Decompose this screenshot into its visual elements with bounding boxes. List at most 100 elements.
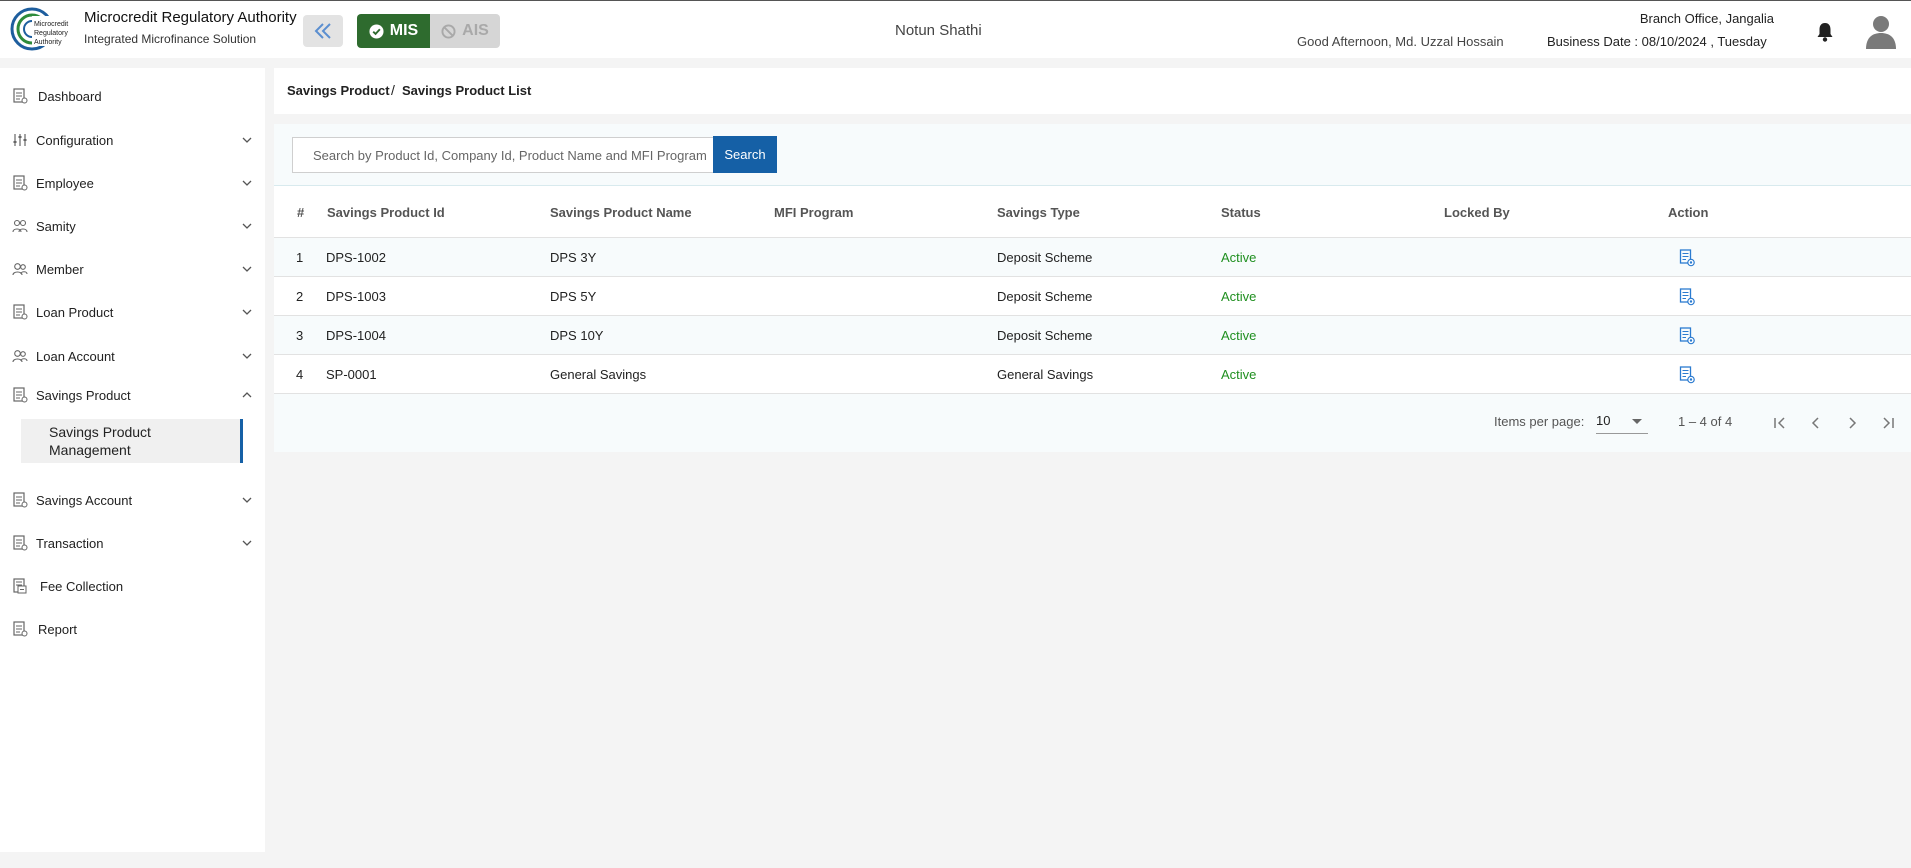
- items-per-page-label: Items per page:: [1494, 414, 1585, 429]
- savings-type: Deposit Scheme: [997, 289, 1093, 304]
- row-number: 3: [296, 328, 304, 343]
- bell-icon[interactable]: [1815, 21, 1835, 43]
- top-header: Microcredit Regulatory Authority Microcr…: [0, 0, 1911, 58]
- sidebar-item-loan-account[interactable]: Loan Account: [0, 339, 265, 373]
- row-number: 1: [296, 250, 304, 265]
- document-icon: [13, 535, 28, 551]
- status-badge: Active: [1221, 328, 1257, 343]
- sidebar-collapse-button[interactable]: [303, 15, 343, 47]
- table-row: 3 DPS-1004 DPS 10Y Deposit Scheme Active: [274, 316, 1911, 355]
- ais-mode-button[interactable]: AIS: [430, 14, 500, 48]
- savings-type: Deposit Scheme: [997, 250, 1093, 265]
- sidebar-item-label: Loan Account: [36, 348, 115, 364]
- search-input[interactable]: [292, 137, 714, 173]
- sidebar-item-label: Loan Product: [36, 304, 114, 320]
- sidebar-item-loan-product[interactable]: Loan Product: [0, 295, 265, 329]
- table-row: 4 SP-0001 General Savings General Saving…: [274, 355, 1911, 394]
- first-page-button[interactable]: [1768, 411, 1792, 435]
- product-name: General Savings: [550, 367, 647, 382]
- column-header-savings-type[interactable]: Savings Type: [997, 205, 1080, 220]
- sidebar-item-label: Employee: [36, 175, 94, 191]
- sidebar-item-member[interactable]: Member: [0, 252, 265, 286]
- view-details-icon[interactable]: [1679, 366, 1695, 384]
- column-header-number: #: [297, 205, 305, 220]
- svg-text:Microcredit: Microcredit: [34, 21, 68, 28]
- document-icon: [13, 492, 28, 508]
- sliders-icon: [13, 134, 27, 146]
- product-name: DPS 10Y: [550, 328, 604, 343]
- org-subtitle: Integrated Microfinance Solution: [84, 32, 257, 46]
- next-page-button[interactable]: [1840, 411, 1864, 435]
- last-page-button[interactable]: [1876, 411, 1900, 435]
- table-row: 1 DPS-1002 DPS 3Y Deposit Scheme Active: [274, 238, 1911, 277]
- chevron-down-icon: [242, 497, 252, 503]
- items-per-page-value: 10: [1596, 413, 1611, 428]
- column-header-product-name[interactable]: Savings Product Name: [550, 205, 692, 220]
- organization-title: Notun Shathi: [895, 22, 982, 39]
- product-name: DPS 5Y: [550, 289, 597, 304]
- document-icon: [13, 88, 28, 104]
- document-icon: [13, 304, 28, 320]
- items-per-page-select[interactable]: 10: [1596, 408, 1648, 434]
- people-icon: [12, 263, 28, 276]
- blocked-icon: [441, 23, 456, 39]
- chevron-up-icon: [242, 392, 252, 398]
- search-button[interactable]: Search: [713, 136, 777, 173]
- sidebar-item-savings-account[interactable]: Savings Account: [0, 483, 265, 517]
- user-avatar-icon[interactable]: [1864, 13, 1898, 49]
- savings-type: General Savings: [997, 367, 1094, 382]
- sidebar-subitem-savings-product-management[interactable]: Savings Product Management: [21, 419, 243, 463]
- page-range-label: 1 – 4 of 4: [1678, 414, 1733, 429]
- breadcrumb-current: Savings Product List: [402, 83, 532, 98]
- column-header-status[interactable]: Status: [1221, 205, 1261, 220]
- sidebar-item-dashboard[interactable]: Dashboard: [0, 79, 265, 113]
- double-chevron-left-icon: [314, 23, 331, 39]
- search-bar: Search: [274, 124, 1911, 186]
- view-details-icon[interactable]: [1679, 288, 1695, 306]
- column-header-mfi-program[interactable]: MFI Program: [774, 205, 853, 220]
- sidebar-item-report[interactable]: Report: [0, 612, 265, 646]
- sidebar-item-samity[interactable]: Samity: [0, 209, 265, 243]
- table-header: # Savings Product Id Savings Product Nam…: [274, 186, 1911, 238]
- document-icon: [13, 621, 28, 637]
- ais-mode-label: AIS: [462, 22, 489, 39]
- sidebar-item-savings-product[interactable]: Savings Product: [0, 378, 265, 412]
- sidebar-item-fee-collection[interactable]: Fee Collection: [0, 569, 265, 603]
- sidebar-item-label: Savings Product: [36, 387, 131, 403]
- sidebar-item-employee[interactable]: Employee: [0, 166, 265, 200]
- sidebar-item-configuration[interactable]: Configuration: [0, 123, 265, 157]
- mis-mode-button[interactable]: MIS: [357, 14, 430, 48]
- sidebar-item-label: Savings Account: [36, 492, 133, 508]
- column-header-product-id[interactable]: Savings Product Id: [327, 205, 445, 220]
- breadcrumb: Savings Product / Savings Product List: [274, 68, 1911, 114]
- savings-type: Deposit Scheme: [997, 328, 1093, 343]
- document-icon: [13, 387, 28, 403]
- sidebar-subitem-label: Savings Product Management: [49, 424, 151, 458]
- breadcrumb-separator: /: [391, 82, 395, 98]
- business-date: Business Date : 08/10/2024 , Tuesday: [1547, 34, 1767, 49]
- last-page-icon: [1883, 417, 1894, 429]
- sidebar: Dashboard Configuration Employee Samity …: [0, 68, 265, 852]
- table-row: 2 DPS-1003 DPS 5Y Deposit Scheme Active: [274, 277, 1911, 316]
- column-header-locked-by[interactable]: Locked By: [1444, 205, 1510, 220]
- chevron-down-icon: [242, 137, 252, 143]
- check-circle-icon: [369, 23, 384, 39]
- chevron-down-icon: [242, 266, 252, 272]
- sidebar-item-transaction[interactable]: Transaction: [0, 526, 265, 560]
- breadcrumb-parent[interactable]: Savings Product: [287, 83, 390, 98]
- view-details-icon[interactable]: [1679, 249, 1695, 267]
- sidebar-item-label: Dashboard: [38, 88, 102, 104]
- sidebar-item-label: Member: [36, 261, 84, 277]
- savings-product-list-card: Search # Savings Product Id Savings Prod…: [274, 124, 1911, 452]
- view-details-icon[interactable]: [1679, 327, 1695, 345]
- group-icon: [12, 219, 28, 233]
- status-badge: Active: [1221, 367, 1257, 382]
- row-number: 2: [296, 289, 304, 304]
- previous-page-button[interactable]: [1804, 411, 1828, 435]
- sidebar-item-label: Report: [38, 621, 78, 637]
- product-id: SP-0001: [326, 367, 377, 382]
- product-name: DPS 3Y: [550, 250, 597, 265]
- svg-text:Regulatory: Regulatory: [34, 30, 68, 37]
- status-badge: Active: [1221, 289, 1257, 304]
- chevron-left-icon: [1811, 417, 1819, 429]
